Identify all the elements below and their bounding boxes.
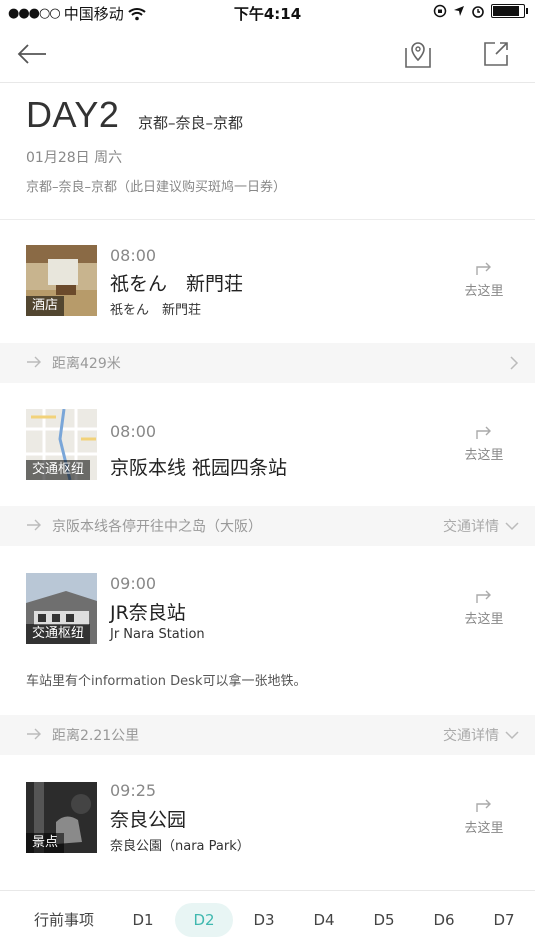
alarm-icon	[472, 6, 484, 18]
day-subroute: 京都–奈良–京都（此日建议购买斑鸠一日券）	[26, 180, 287, 195]
card-note: 车站里有个information Desk可以拿一张地铁。	[26, 674, 307, 689]
turn-arrow-icon	[476, 799, 491, 812]
card-time: 08:00	[110, 422, 157, 441]
band-label: 距离2.21公里	[52, 728, 140, 744]
goto-label: 去这里	[464, 821, 504, 836]
transit-band[interactable]: 京阪本线各停开往中之岛（大阪） 交通详情	[0, 506, 535, 546]
station-thumbnail: 交通枢纽	[26, 409, 97, 480]
band-label: 距离429米	[52, 356, 121, 372]
itinerary-card-hotel[interactable]: 酒店 08:00 祇をん 新門荘 祇をん 新門荘 去这里	[0, 220, 535, 342]
card-tag: 景点	[26, 833, 65, 853]
chevron-down-icon	[505, 522, 519, 531]
status-right	[433, 4, 528, 18]
share-button[interactable]	[478, 36, 514, 72]
tab-d3[interactable]: D3	[243, 891, 285, 949]
card-time: 09:25	[110, 781, 157, 800]
share-icon	[484, 42, 508, 66]
card-subtitle: 祇をん 新門荘	[110, 303, 202, 318]
card-subtitle: 奈良公園（nara Park）	[110, 839, 250, 854]
goto-label: 去这里	[464, 284, 504, 299]
card-name: 京阪本线 祇园四条站	[110, 457, 288, 479]
day-tab-bar: 行前事项 D1 D2 D3 D4 D5 D6 D7	[0, 890, 535, 949]
hotel-thumbnail: 酒店	[26, 245, 97, 316]
battery-icon	[491, 4, 528, 18]
card-name: 祇をん 新門荘	[110, 273, 244, 295]
itinerary-card-jr-nara[interactable]: 交通枢纽 09:00 JR奈良站 Jr Nara Station 去这里	[0, 546, 535, 716]
location-icon	[454, 6, 464, 16]
day-title: DAY2	[26, 94, 120, 135]
back-button[interactable]	[14, 38, 50, 70]
chevron-down-icon	[505, 731, 519, 740]
tab-d5[interactable]: D5	[363, 891, 405, 949]
goto-button[interactable]: 去这里	[454, 424, 514, 463]
card-name: 奈良公园	[110, 809, 187, 831]
turn-arrow-icon	[476, 262, 491, 275]
map-pin-icon	[405, 42, 431, 68]
arrow-right-icon	[27, 356, 41, 368]
nav-bar	[0, 26, 535, 83]
card-time: 09:00	[110, 574, 157, 593]
card-tag: 酒店	[26, 296, 65, 316]
card-tag: 交通枢纽	[26, 624, 91, 644]
chevron-right-icon	[510, 356, 519, 370]
card-tag: 交通枢纽	[26, 460, 91, 480]
status-bar: ●●●○○ 中国移动 下午4:14	[0, 0, 535, 26]
goto-button[interactable]: 去这里	[454, 260, 514, 299]
turn-arrow-icon	[476, 590, 491, 603]
band-label: 京阪本线各停开往中之岛（大阪）	[52, 519, 262, 535]
tab-d1[interactable]: D1	[122, 891, 164, 949]
card-time: 08:00	[110, 246, 157, 265]
distance-band[interactable]: 距离429米	[0, 343, 535, 383]
itinerary-card-nara-park[interactable]: 景点 09:25 奈良公园 奈良公園（nara Park） 去这里	[0, 755, 535, 880]
tab-d6[interactable]: D6	[423, 891, 465, 949]
transit-detail-link[interactable]: 交通详情	[443, 516, 499, 536]
back-arrow-icon	[17, 44, 46, 64]
distance-band[interactable]: 距离2.21公里 交通详情	[0, 715, 535, 755]
card-subtitle: Jr Nara Station	[110, 627, 205, 642]
goto-label: 去这里	[464, 448, 504, 463]
tab-d7[interactable]: D7	[483, 891, 525, 949]
turn-arrow-icon	[476, 426, 491, 439]
day-route: 京都–奈良–京都	[138, 114, 244, 132]
tab-d4[interactable]: D4	[303, 891, 345, 949]
goto-button[interactable]: 去这里	[454, 797, 514, 836]
tab-d2[interactable]: D2	[183, 891, 225, 949]
goto-label: 去这里	[464, 612, 504, 627]
itinerary-card-station[interactable]: 交通枢纽 08:00 京阪本线 祇园四条站 去这里	[0, 384, 535, 506]
arrow-right-icon	[27, 728, 41, 740]
transit-detail-link[interactable]: 交通详情	[443, 725, 499, 745]
goto-button[interactable]: 去这里	[454, 588, 514, 627]
jr-station-thumbnail: 交通枢纽	[26, 573, 97, 644]
day-date: 01月28日 周六	[26, 150, 123, 166]
arrow-right-icon	[27, 519, 41, 531]
tab-pre-trip[interactable]: 行前事项	[22, 891, 106, 949]
park-thumbnail: 景点	[26, 782, 97, 853]
card-name: JR奈良站	[110, 602, 186, 624]
map-button[interactable]	[400, 36, 436, 72]
rotation-lock-icon	[433, 4, 447, 18]
